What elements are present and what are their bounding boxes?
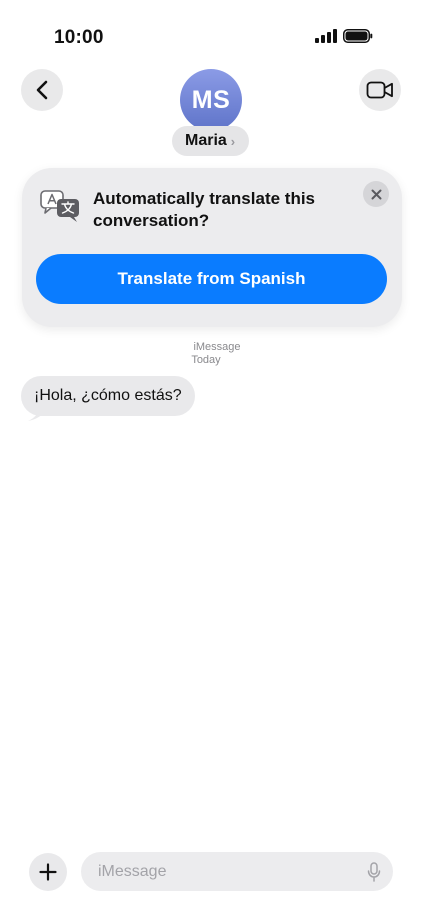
chevron-left-icon (36, 80, 48, 100)
incoming-message-bubble[interactable]: ¡Hola, ¿cómo estás? (21, 376, 195, 416)
back-button[interactable] (21, 69, 63, 111)
translate-from-spanish-button[interactable]: Translate from Spanish (36, 254, 387, 304)
battery-icon (343, 29, 373, 43)
conversation-day: Today (191, 354, 221, 366)
translate-question: Automatically translate this conversatio… (93, 189, 316, 230)
translate-icon (40, 190, 79, 222)
status-bar: 10:00 (0, 0, 423, 70)
translate-prompt-card: Automatically translate this conversatio… (22, 168, 402, 327)
message-input-field[interactable] (81, 852, 393, 891)
add-attachment-button[interactable] (29, 853, 67, 891)
video-camera-icon (366, 81, 393, 99)
service-name: iMessage (193, 341, 241, 353)
dismiss-translate-button[interactable] (363, 181, 389, 207)
microphone-icon[interactable] (367, 862, 381, 882)
avatar-initials: MS (191, 85, 231, 114)
close-icon (371, 189, 381, 199)
contact-name: Maria (185, 132, 227, 149)
contact-name-button[interactable]: Maria › (172, 126, 250, 156)
video-call-button[interactable] (359, 69, 401, 111)
message-input[interactable] (96, 861, 350, 882)
conversation-service-label: iMessage Today (0, 341, 423, 367)
status-icons (315, 29, 373, 43)
chevron-right-icon: › (230, 133, 236, 149)
contact-avatar[interactable]: MS (180, 69, 242, 131)
message-text: ¡Hola, ¿cómo estás? (34, 387, 182, 404)
plus-icon (39, 863, 57, 881)
cellular-signal-icon (315, 29, 337, 43)
status-time: 10:00 (54, 27, 104, 48)
